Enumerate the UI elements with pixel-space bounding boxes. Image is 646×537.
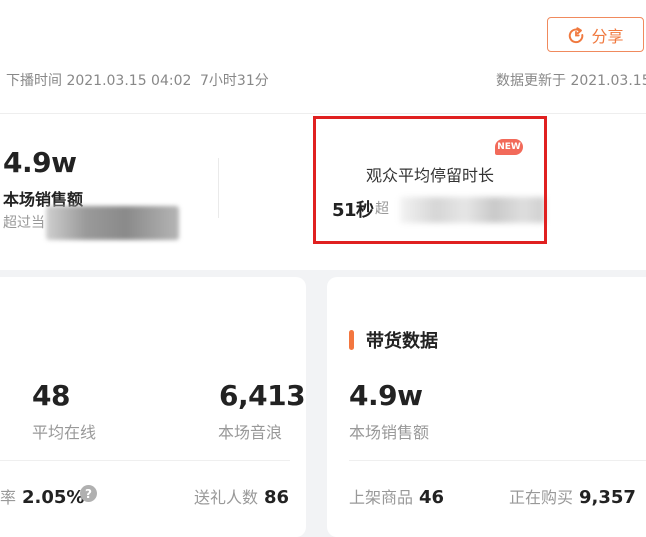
avg-online-value: 48 — [32, 379, 70, 412]
buying-now-value: 9,357 — [579, 487, 636, 508]
sales-value: 4.9w — [3, 146, 77, 179]
broadcast-end-time: 下播时间 2021.03.15 04:02 — [6, 73, 192, 89]
rate-value: 2.05% — [22, 487, 85, 508]
listed-products-stat: 上架商品 46 — [349, 484, 444, 508]
buying-now-stat: 正在购买 9,357 — [509, 484, 636, 508]
data-updated-time: 数据更新于 2021.03.15 — [496, 73, 646, 89]
gift-senders-label: 送礼人数 — [194, 488, 259, 507]
sound-wave-value: 6,413 — [219, 379, 306, 412]
highlight-annotation — [313, 116, 547, 244]
card-sales-value: 4.9w — [349, 379, 423, 412]
gift-senders-value: 86 — [264, 487, 290, 508]
rate-label: 率 — [0, 488, 17, 507]
sales-compare: 超过当 — [3, 215, 45, 231]
header-divider — [0, 113, 646, 114]
listed-products-value: 46 — [419, 487, 445, 508]
question-circle-icon[interactable]: ? — [80, 485, 97, 502]
share-icon — [569, 26, 584, 43]
listed-products-label: 上架商品 — [349, 488, 414, 507]
sales-card-title: 带货数据 — [366, 331, 438, 352]
rate-stat: 率 2.05% — [0, 484, 84, 508]
avg-online-label: 平均在线 — [32, 423, 97, 442]
right-card-divider — [349, 460, 646, 461]
gift-senders-stat: 送礼人数 86 — [194, 484, 289, 508]
left-card-divider — [0, 460, 290, 461]
blurred-comparison — [46, 206, 179, 240]
sound-wave-label: 本场音浪 — [218, 423, 283, 442]
section-accent-bar — [349, 330, 354, 350]
buying-now-label: 正在购买 — [509, 488, 574, 507]
summary-divider — [218, 158, 219, 218]
broadcast-duration: 7小时31分 — [200, 73, 269, 89]
card-sales-label: 本场销售额 — [349, 423, 430, 442]
share-button-label: 分享 — [591, 26, 624, 46]
share-button[interactable]: 分享 — [547, 17, 644, 52]
